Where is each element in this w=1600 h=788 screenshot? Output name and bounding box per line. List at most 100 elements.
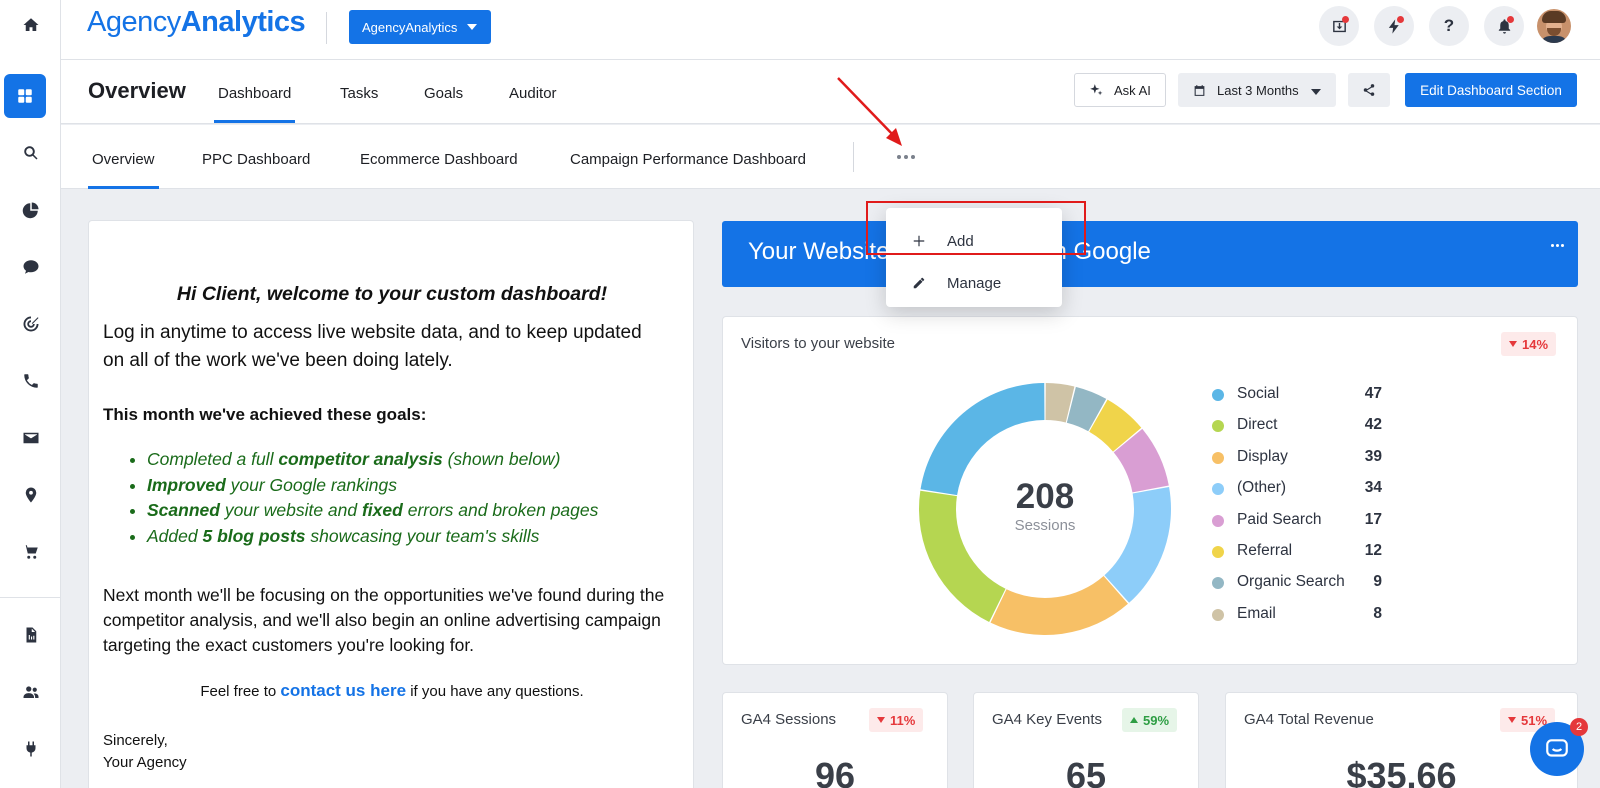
legend-item[interactable]: Direct 42 [1212,414,1382,445]
caret-down-icon [1311,89,1321,95]
legend-item[interactable]: Display 39 [1212,446,1382,477]
more-options-icon[interactable] [894,153,918,161]
location-pin-icon[interactable] [0,473,61,517]
edit-dashboard-section-button[interactable]: Edit Dashboard Section [1405,73,1577,107]
signature: Sincerely, Your Agency [103,732,187,771]
metric-name: GA4 Sessions [741,711,837,728]
notification-dot [1397,16,1404,23]
legend-swatch [1212,451,1224,464]
share-icon [1363,84,1375,96]
sessions-donut-chart: 208 Sessions [915,379,1175,639]
arrow-down-icon [877,717,885,723]
logo-text-light: Agency [87,6,181,38]
legend-item[interactable]: Email 8 [1212,603,1382,634]
notification-dot [1342,16,1349,23]
tab-tasks[interactable]: Tasks [340,85,378,102]
legend-swatch [1212,577,1224,590]
account-switcher-button[interactable]: AgencyAnalytics [349,10,491,44]
dashboard-grid-icon[interactable] [4,74,46,118]
menu-item-manage-label: Manage [947,274,1002,292]
arrow-down-icon [1509,341,1517,347]
help-icon[interactable]: ? [1429,6,1469,46]
date-range-dropdown[interactable]: Last 3 Months [1178,73,1336,107]
calendar-icon [1194,84,1205,96]
menu-item-manage[interactable]: Manage [886,262,1062,304]
metric-value: 96 [814,755,856,788]
tab-dashboard[interactable]: Dashboard [213,85,296,123]
metric-card-ga4-total-revenue: GA4 Total Revenue 51% $35.66 [1225,692,1578,788]
metric-name: GA4 Total Revenue [1244,711,1374,728]
target-icon[interactable] [0,302,61,346]
cart-icon[interactable] [0,530,61,574]
metric-value: 65 [1065,755,1107,788]
legend-label: Display [1237,447,1288,465]
plug-icon[interactable] [0,727,61,771]
legend-swatch [1212,514,1224,527]
highlight-box [866,201,1086,255]
tab-auditor[interactable]: Auditor [509,85,557,102]
legend-value: 8 [1373,604,1382,622]
legend-value: 34 [1364,479,1382,497]
legend-value: 12 [1364,541,1382,559]
contact-us-link[interactable]: contact us here [280,681,406,700]
caret-down-icon [467,24,477,30]
legend-swatch [1212,420,1224,433]
subtab-ecommerce-dashboard[interactable]: Ecommerce Dashboard [360,151,518,168]
goal-item: Scanned your website and fixed errors an… [147,498,598,524]
chat-launcher-button[interactable]: 2 [1530,718,1588,776]
legend-item[interactable]: (Other) 34 [1212,477,1382,508]
logo-text-bold: Analytics [180,6,306,38]
download-icon[interactable] [1319,6,1359,46]
visitors-label: Visitors to your website [741,335,895,352]
legend-item[interactable]: Referral 12 [1212,540,1382,571]
home-icon[interactable] [0,3,61,47]
left-rail [0,0,61,788]
legend-label: Direct [1237,416,1278,434]
phone-icon[interactable] [0,359,61,403]
bell-icon[interactable] [1484,6,1524,46]
notification-dot [1507,16,1514,23]
metric-card-ga4-key-events: GA4 Key Events 59% 65 [973,692,1199,788]
legend-item[interactable]: Paid Search 17 [1212,509,1382,540]
mail-icon[interactable] [0,416,61,460]
goal-item: Added 5 blog posts showcasing your team'… [147,524,598,550]
banner-more-icon[interactable] [1551,244,1564,247]
visitors-change-badge: 14% [1501,332,1557,356]
logo-divider [326,12,327,44]
report-icon[interactable] [0,613,61,657]
tab-goals[interactable]: Goals [424,85,463,102]
chat-unread-count: 2 [1570,718,1588,736]
lightning-icon[interactable] [1374,6,1414,46]
subtab-overview[interactable]: Overview [88,151,159,189]
goals-list: Completed a full competitor analysis (sh… [131,447,598,549]
top-bar: AgencyAnalytics AgencyAnalytics ? [61,0,1600,60]
user-avatar[interactable] [1537,9,1571,43]
account-switcher-label: AgencyAnalytics [362,19,458,35]
pencil-icon [913,277,925,289]
legend-swatch [1212,483,1224,496]
contact-line: Feel free to contact us here if you have… [200,681,584,700]
search-icon[interactable] [0,131,61,175]
subtab-ppc-dashboard[interactable]: PPC Dashboard [202,151,310,168]
share-button[interactable] [1348,73,1390,107]
legend-item[interactable]: Social 47 [1212,383,1382,414]
visitors-card: Visitors to your website 14% 208 Session… [722,316,1578,665]
brand-logo[interactable]: AgencyAnalytics [87,6,306,39]
legend-label: Organic Search [1237,573,1345,591]
legend-item[interactable]: Organic Search 9 [1212,571,1382,602]
subtab-campaign-performance-dashboard[interactable]: Campaign Performance Dashboard [570,151,806,168]
page-title: Overview [88,78,186,103]
donut-sublabel: Sessions [1014,517,1076,534]
arrow-down-icon [1508,717,1516,723]
users-icon[interactable] [0,670,61,714]
metric-change-badge: 11% [869,708,924,732]
donut-slice-display[interactable] [990,575,1128,635]
pie-chart-icon[interactable] [0,188,61,232]
welcome-heading: Hi Client, welcome to your custom dashbo… [176,283,608,305]
metric-name: GA4 Key Events [992,711,1103,728]
legend-swatch [1212,608,1224,621]
chat-icon[interactable] [0,245,61,289]
goal-item: Completed a full competitor analysis (sh… [147,447,598,473]
ask-ai-button[interactable]: Ask AI [1074,73,1166,107]
next-month-text: Next month we'll be focusing on the oppo… [103,585,665,655]
